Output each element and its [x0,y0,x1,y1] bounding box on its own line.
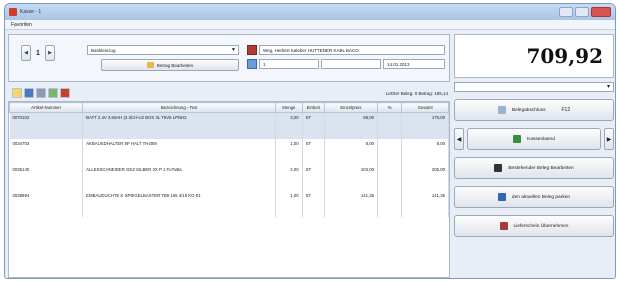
receipt-header: ◀ 1 ▶ Bankleinzug ▼ Betrag Bearbeiten We… [8,34,450,82]
cell-quantity: 1,00 [275,190,303,217]
cash-drawer-label: Kassenlaend [527,136,555,142]
prev-action-button[interactable]: ◀ [454,128,464,150]
park-receipt-button[interactable]: den aktuellen Beleg parken [454,186,614,208]
close-button[interactable] [591,7,611,17]
next-action-button[interactable]: ▶ [604,128,614,150]
check-icon[interactable] [48,88,58,98]
cell-unit-price: 59,00 [324,112,379,139]
title-bar: Kasse - 1 [5,4,615,20]
table-row[interactable]: 0070102 BATT 2.4V 3.60AH (3.3CH-U2 BOX 3… [9,112,449,139]
document-icon[interactable] [36,88,46,98]
cell-quantity: 3,00 [275,112,303,139]
cell-unit: ST [302,138,325,165]
edit-existing-label: Bestehender Beleg Bearbeiten [508,165,574,171]
col-quantity[interactable]: Menge [275,102,303,113]
maximize-button[interactable] [575,7,589,17]
cell-description: AKBAUSDHALTER 8P HALT TH40M [82,138,277,165]
col-article-number[interactable]: Artikel-Nummer [8,102,84,113]
cell-unit: ST [302,164,325,191]
total-amount-display: 709,92 [454,34,614,78]
prev-doc-button[interactable]: ◀ [21,45,31,61]
cell-article-number: 0034703 [9,138,84,165]
table-row[interactable]: 0035140 ALLESSCHNEIDER GEZ SILBER 3X P 1… [9,164,449,191]
customer-field[interactable]: Weg, Herbert Kaleber HUTTENER KABL BACO [259,45,445,55]
cell-total: 141,35 [401,190,449,217]
cell-total: 206,00 [401,164,449,191]
minimize-button[interactable] [559,7,573,17]
table-row[interactable]: 0038894 EMBAUDUCHTE K SPIEGELBASTER TB9 … [9,190,449,217]
chevron-down-icon: ▾ [606,84,610,90]
window-title: Kasse - 1 [20,9,42,15]
person-icon[interactable] [24,88,34,98]
cell-unit-price: 103,00 [324,164,379,191]
park-icon [497,193,506,201]
cell-discount [377,138,403,165]
take-over-label: Lieferschein Übernehmen [513,223,569,229]
cell-article-number: 0070102 [9,112,84,139]
edit-payment-label: Betrag Bearbeiten [156,62,194,68]
cell-unit: ST [302,190,325,217]
toolbar: Letzter Beleg: 0 Betrag: 185,14 [8,86,450,100]
menu-favorites[interactable]: Favoriten [11,22,32,28]
cell-unit-price: 141,35 [324,190,379,217]
edit-payment-button[interactable]: Betrag Bearbeiten [101,59,239,71]
cell-article-number: 0038894 [9,190,84,217]
col-discount[interactable]: % [376,102,403,113]
cell-quantity: 1,00 [275,138,303,165]
doc-number: 1 [36,49,40,57]
cell-article-number: 0035140 [9,164,84,191]
doc-type-select[interactable]: Bankleinzug ▼ [87,45,239,55]
close-receipt-button[interactable]: Belegabschluss F12 [454,99,614,121]
wallet-icon [146,62,154,68]
cell-discount [377,112,403,139]
edit-icon [494,164,503,172]
date-field[interactable]: 14.01.2013 [383,59,445,69]
last-payment-status: Letzter Beleg: 0 Betrag: 185,14 [385,90,448,96]
cell-description: EMBAUDUCHTE K SPIEGELBASTER TB9 165 4/15… [82,190,277,217]
cell-description: BATT 2.4V 3.60AH (3.3CH-U2 BOX 3L T6V6 L… [82,112,277,139]
cash-icon [513,135,522,143]
col-unit-price[interactable]: Einzelpreis [323,102,379,113]
app-window: Kasse - 1 Favoriten ◀ 1 ▶ Bankleinzug ▼ [4,3,616,279]
items-grid: Artikel-Nummer Bezeichnung - Text Menge … [8,101,450,278]
col-description[interactable]: Bezeichnung - Text [82,102,277,113]
doc-type-value: Bankleinzug [91,48,116,53]
delivery-note-icon [499,222,508,230]
cell-discount [377,164,403,191]
cell-quantity: 2,00 [275,164,303,191]
cell-total: 175,00 [401,112,449,139]
col-total[interactable]: Gesamt [401,102,449,113]
close-receipt-key: F12 [561,107,571,113]
next-doc-button[interactable]: ▶ [45,45,55,61]
cell-description: ALLESSCHNEIDER GEZ SILBER 3X P 1 FuTuBa [82,164,277,191]
app-icon [9,8,17,16]
info-icon[interactable] [247,59,257,69]
blank-field[interactable] [321,59,381,69]
cell-total: 8,00 [401,138,449,165]
receipt-icon [497,106,506,114]
table-row[interactable]: 0034703 AKBAUSDHALTER 8P HALT TH40M 1,00… [9,138,449,165]
take-over-delivery-note-button[interactable]: Lieferschein Übernehmen [454,215,614,237]
total-amount: 709,92 [526,44,603,68]
cell-unit: ST [302,112,325,139]
cell-discount [377,190,403,217]
qty-field[interactable]: 1 [259,59,319,69]
col-unit[interactable]: Einheit [301,102,325,113]
payment-select[interactable]: ▾ [454,82,614,92]
edit-existing-receipt-button[interactable]: Bestehender Beleg Bearbeiten [454,157,614,179]
menu-bar: Favoriten [5,20,615,30]
flag-icon[interactable] [60,88,70,98]
folder-icon[interactable] [12,88,22,98]
park-receipt-label: den aktuellen Beleg parken [511,194,571,200]
customer-card-icon[interactable] [247,45,257,55]
close-receipt-label: Belegabschluss [511,107,546,113]
chevron-down-icon: ▼ [231,47,236,53]
cash-drawer-button[interactable]: Kassenlaend [467,128,601,150]
cell-unit-price: 8,00 [324,138,379,165]
